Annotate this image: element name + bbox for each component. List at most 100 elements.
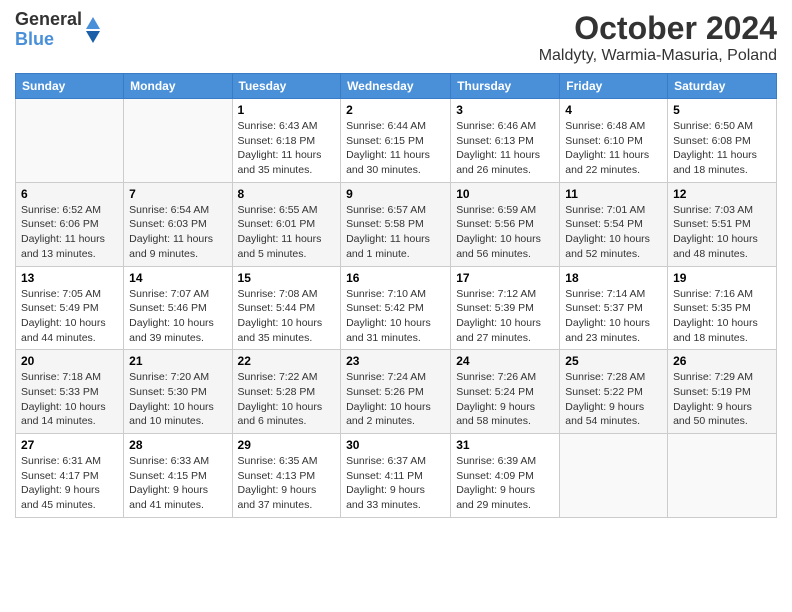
calendar-week-row: 13 Sunrise: 7:05 AMSunset: 5:49 PMDayligh…	[16, 266, 777, 350]
cell-text: Sunrise: 7:14 AMSunset: 5:37 PMDaylight:…	[565, 288, 650, 344]
table-row: 20Sunrise: 7:18 AMSunset: 5:33 PMDayligh…	[16, 350, 124, 434]
table-row: 10 Sunrise: 6:59 AMSunset: 5:56 PMDayligh…	[451, 182, 560, 266]
table-row: 24 Sunrise: 7:26 AMSunset: 5:24 PMDayligh…	[451, 350, 560, 434]
cell-text: Sunrise: 6:46 AMSunset: 6:13 PMDaylight:…	[456, 120, 540, 176]
cell-text: Sunrise: 6:43 AMSunset: 6:18 PMDaylight:…	[238, 120, 322, 176]
calendar-week-row: 6 Sunrise: 6:52 AMSunset: 6:06 PMDaylight…	[16, 182, 777, 266]
cell-text: Sunrise: 6:44 AMSunset: 6:15 PMDaylight:…	[346, 120, 430, 176]
cell-text: Sunrise: 7:10 AMSunset: 5:42 PMDaylight:…	[346, 288, 431, 344]
cell-text: Sunrise: 7:26 AMSunset: 5:24 PMDaylight:…	[456, 371, 536, 427]
logo: General Blue	[15, 10, 100, 50]
cell-text: Sunrise: 6:57 AMSunset: 5:58 PMDaylight:…	[346, 204, 430, 260]
table-row: 4 Sunrise: 6:48 AMSunset: 6:10 PMDaylight…	[560, 99, 668, 183]
cell-text: Sunrise: 7:16 AMSunset: 5:35 PMDaylight:…	[673, 288, 758, 344]
day-number: 5	[673, 103, 771, 117]
table-row: 11Sunrise: 7:01 AMSunset: 5:54 PMDayligh…	[560, 182, 668, 266]
calendar-week-row: 20Sunrise: 7:18 AMSunset: 5:33 PMDayligh…	[16, 350, 777, 434]
cell-text: Sunrise: 6:37 AMSunset: 4:11 PMDaylight:…	[346, 455, 426, 511]
header-friday: Friday	[560, 74, 668, 99]
cell-text: Sunrise: 7:12 AMSunset: 5:39 PMDaylight:…	[456, 288, 541, 344]
calendar-week-row: 1 Sunrise: 6:43 AMSunset: 6:18 PMDaylight…	[16, 99, 777, 183]
day-number: 8	[238, 187, 336, 201]
cell-text: Sunrise: 7:07 AMSunset: 5:46 PMDaylight:…	[129, 288, 214, 344]
cell-text: Sunrise: 6:50 AMSunset: 6:08 PMDaylight:…	[673, 120, 757, 176]
cell-text: Sunrise: 6:48 AMSunset: 6:10 PMDaylight:…	[565, 120, 649, 176]
table-row: 29 Sunrise: 6:35 AMSunset: 4:13 PMDayligh…	[232, 434, 341, 518]
day-number: 27	[21, 438, 118, 452]
cell-text: Sunrise: 7:05 AMSunset: 5:49 PMDaylight:…	[21, 288, 106, 344]
table-row: 8Sunrise: 6:55 AMSunset: 6:01 PMDaylight…	[232, 182, 341, 266]
logo-triangle-top	[86, 17, 100, 29]
table-row: 25 Sunrise: 7:28 AMSunset: 5:22 PMDayligh…	[560, 350, 668, 434]
table-row: 23Sunrise: 7:24 AMSunset: 5:26 PMDayligh…	[341, 350, 451, 434]
day-number: 6	[21, 187, 118, 201]
cell-text: Sunrise: 6:31 AMSunset: 4:17 PMDaylight:…	[21, 455, 101, 511]
calendar-week-row: 27 Sunrise: 6:31 AMSunset: 4:17 PMDayligh…	[16, 434, 777, 518]
day-number: 10	[456, 187, 554, 201]
day-number: 30	[346, 438, 445, 452]
calendar-header-row: Sunday Monday Tuesday Wednesday Thursday…	[16, 74, 777, 99]
table-row: 18 Sunrise: 7:14 AMSunset: 5:37 PMDayligh…	[560, 266, 668, 350]
day-number: 24	[456, 354, 554, 368]
day-number: 4	[565, 103, 662, 117]
logo-triangle-bottom	[86, 31, 100, 43]
day-number: 13	[21, 271, 118, 285]
table-row: 6 Sunrise: 6:52 AMSunset: 6:06 PMDaylight…	[16, 182, 124, 266]
table-row: 17Sunrise: 7:12 AMSunset: 5:39 PMDayligh…	[451, 266, 560, 350]
cell-text: Sunrise: 6:52 AMSunset: 6:06 PMDaylight:…	[21, 204, 105, 260]
day-number: 12	[673, 187, 771, 201]
table-row: 13 Sunrise: 7:05 AMSunset: 5:49 PMDayligh…	[16, 266, 124, 350]
table-row: 1 Sunrise: 6:43 AMSunset: 6:18 PMDaylight…	[232, 99, 341, 183]
cell-text: Sunrise: 6:59 AMSunset: 5:56 PMDaylight:…	[456, 204, 541, 260]
cell-text: Sunrise: 7:01 AMSunset: 5:54 PMDaylight:…	[565, 204, 650, 260]
table-row: 31 Sunrise: 6:39 AMSunset: 4:09 PMDayligh…	[451, 434, 560, 518]
table-row: 5 Sunrise: 6:50 AMSunset: 6:08 PMDaylight…	[668, 99, 777, 183]
table-row: 14 Sunrise: 7:07 AMSunset: 5:46 PMDayligh…	[124, 266, 232, 350]
cell-text: Sunrise: 7:08 AMSunset: 5:44 PMDaylight:…	[238, 288, 323, 344]
cell-text: Sunrise: 7:03 AMSunset: 5:51 PMDaylight:…	[673, 204, 758, 260]
table-row: 19Sunrise: 7:16 AMSunset: 5:35 PMDayligh…	[668, 266, 777, 350]
day-number: 18	[565, 271, 662, 285]
cell-text: Sunrise: 7:28 AMSunset: 5:22 PMDaylight:…	[565, 371, 645, 427]
title-area: October 2024 Maldyty, Warmia-Masuria, Po…	[539, 10, 777, 65]
day-number: 16	[346, 271, 445, 285]
location: Maldyty, Warmia-Masuria, Poland	[539, 47, 777, 65]
table-row: 28Sunrise: 6:33 AMSunset: 4:15 PMDayligh…	[124, 434, 232, 518]
table-row	[16, 99, 124, 183]
day-number: 23	[346, 354, 445, 368]
table-row: 3 Sunrise: 6:46 AMSunset: 6:13 PMDaylight…	[451, 99, 560, 183]
day-number: 25	[565, 354, 662, 368]
logo-general: General	[15, 9, 82, 29]
day-number: 7	[129, 187, 226, 201]
header-tuesday: Tuesday	[232, 74, 341, 99]
day-number: 28	[129, 438, 226, 452]
day-number: 31	[456, 438, 554, 452]
day-number: 22	[238, 354, 336, 368]
calendar-body: 1 Sunrise: 6:43 AMSunset: 6:18 PMDaylight…	[16, 99, 777, 518]
day-number: 14	[129, 271, 226, 285]
day-number: 1	[238, 103, 336, 117]
cell-text: Sunrise: 6:39 AMSunset: 4:09 PMDaylight:…	[456, 455, 536, 511]
table-row: 26Sunrise: 7:29 AMSunset: 5:19 PMDayligh…	[668, 350, 777, 434]
header-wednesday: Wednesday	[341, 74, 451, 99]
table-row: 22 Sunrise: 7:22 AMSunset: 5:28 PMDayligh…	[232, 350, 341, 434]
page: General Blue October 2024 Maldyty, Warmi…	[0, 0, 792, 612]
cell-text: Sunrise: 6:54 AMSunset: 6:03 PMDaylight:…	[129, 204, 213, 260]
cell-text: Sunrise: 7:29 AMSunset: 5:19 PMDaylight:…	[673, 371, 753, 427]
table-row: 9Sunrise: 6:57 AMSunset: 5:58 PMDaylight…	[341, 182, 451, 266]
logo-text: General Blue	[15, 10, 100, 50]
table-row: 27 Sunrise: 6:31 AMSunset: 4:17 PMDayligh…	[16, 434, 124, 518]
table-row	[668, 434, 777, 518]
header-saturday: Saturday	[668, 74, 777, 99]
header-thursday: Thursday	[451, 74, 560, 99]
cell-text: Sunrise: 7:20 AMSunset: 5:30 PMDaylight:…	[129, 371, 214, 427]
cell-text: Sunrise: 7:22 AMSunset: 5:28 PMDaylight:…	[238, 371, 323, 427]
table-row	[124, 99, 232, 183]
table-row: 21Sunrise: 7:20 AMSunset: 5:30 PMDayligh…	[124, 350, 232, 434]
day-number: 3	[456, 103, 554, 117]
day-number: 29	[238, 438, 336, 452]
header-monday: Monday	[124, 74, 232, 99]
cell-text: Sunrise: 6:35 AMSunset: 4:13 PMDaylight:…	[238, 455, 318, 511]
day-number: 2	[346, 103, 445, 117]
table-row: 2 Sunrise: 6:44 AMSunset: 6:15 PMDaylight…	[341, 99, 451, 183]
